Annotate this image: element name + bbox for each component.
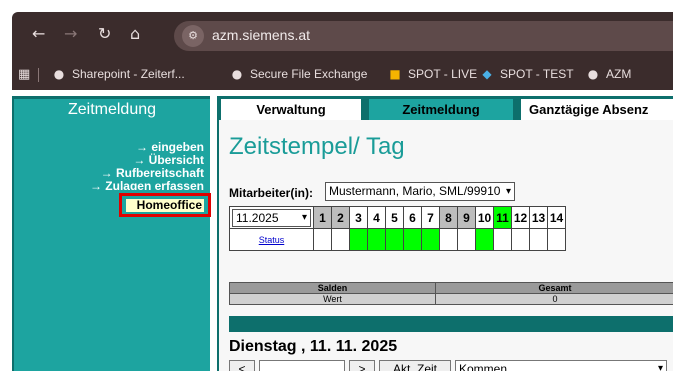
reload-icon[interactable]: ↻ — [98, 26, 111, 42]
status-cell-green — [349, 228, 368, 251]
saldo-value-gesamt: 0 — [435, 293, 673, 305]
status-cell — [493, 228, 512, 251]
bookmark-spot-test[interactable]: ◆ SPOT - TEST — [480, 67, 574, 81]
prev-day-button[interactable]: < — [229, 360, 255, 371]
day-7[interactable]: 7 — [421, 206, 440, 229]
booking-type-value: Kommen — [459, 362, 508, 371]
globe-icon: ● — [587, 67, 599, 81]
sidebar-link-rufbereitschaft[interactable]: → Rufbereitschaft — [101, 166, 204, 180]
day-2[interactable]: 2 — [331, 206, 350, 229]
month-value: 11.2025 — [236, 210, 279, 225]
status-cell — [313, 228, 332, 251]
globe-icon: ● — [231, 67, 243, 81]
bookmark-label: SPOT - LIVE — [408, 67, 478, 81]
windows-logo-icon: ■ — [389, 67, 401, 81]
tab-bar: Verwaltung Zeitmeldung Ganztägige Absenz — [219, 96, 673, 120]
sidebar: Zeitmeldung → eingeben → Übersicht → Ruf… — [12, 96, 211, 371]
status-cell-green — [475, 228, 494, 251]
url-text[interactable]: azm.siemens.at — [212, 27, 310, 43]
saldo-value-row: Wert 0 — [229, 293, 673, 305]
day-3[interactable]: 3 — [349, 206, 368, 229]
sidebar-link-eingeben[interactable]: → eingeben — [136, 140, 204, 154]
status-cell-green — [385, 228, 404, 251]
current-time-button[interactable]: Akt. Zeit — [379, 360, 451, 371]
employee-select[interactable]: Mustermann, Mario, SML/99910 ▾ — [325, 182, 515, 201]
day-1[interactable]: 1 — [313, 206, 332, 229]
status-cell-green — [421, 228, 440, 251]
saldo-table: Salden Gesamt Wert 0 — [229, 282, 673, 305]
date-heading: Dienstag , 11. 11. 2025 — [229, 338, 398, 355]
diamond-icon: ◆ — [482, 67, 492, 81]
status-cell-green — [403, 228, 422, 251]
status-cell — [511, 228, 530, 251]
sidebar-title: Zeitmeldung — [67, 101, 157, 118]
day-9[interactable]: 9 — [457, 206, 476, 229]
employee-label: Mitarbeiter(in): — [229, 186, 313, 200]
sidebar-link-zulagen[interactable]: → Zulagen erfassen — [90, 179, 204, 190]
status-cell — [529, 228, 548, 251]
page-title: Zeitstempel/ Tag — [229, 133, 405, 160]
main-panel: Verwaltung Zeitmeldung Ganztägige Absenz… — [217, 96, 673, 371]
bookmark-secure-file-exchange[interactable]: ● Secure File Exchange — [230, 67, 368, 81]
day-14[interactable]: 14 — [547, 206, 566, 229]
saldo-header-row: Salden Gesamt — [229, 282, 673, 294]
day-10[interactable]: 10 — [475, 206, 494, 229]
bookmarks-divider — [38, 68, 39, 82]
tab-zeitmeldung[interactable]: Zeitmeldung — [369, 99, 513, 120]
bookmark-label: AZM — [606, 67, 632, 81]
homeoffice-highlight: Homeoffice — [119, 193, 211, 217]
bookmark-label: Sharepoint - Zeiterf... — [72, 67, 185, 81]
chevron-down-icon: ▾ — [505, 186, 511, 197]
globe-icon: ● — [53, 67, 65, 81]
home-icon[interactable]: ⌂ — [130, 26, 140, 42]
chevron-down-icon: ▾ — [301, 211, 307, 223]
day-8[interactable]: 8 — [439, 206, 458, 229]
sidebar-link-homeoffice[interactable]: Homeoffice — [126, 199, 204, 212]
status-cell — [457, 228, 476, 251]
site-settings-icon[interactable]: ⚙ — [182, 25, 204, 47]
month-cell: 11.2025 ▾ — [229, 206, 314, 229]
bookmarks-bar: ▦ ● Sharepoint - Zeiterf... ● Secure Fil… — [12, 60, 673, 90]
back-arrow-icon[interactable]: ← — [32, 26, 45, 42]
status-cell — [547, 228, 566, 251]
status-cell-green — [367, 228, 386, 251]
day-11-selected[interactable]: 11 — [493, 206, 512, 229]
page-content: Zeitmeldung → eingeben → Übersicht → Ruf… — [12, 90, 673, 371]
bookmark-label: Secure File Exchange — [250, 67, 368, 81]
status-cell — [331, 228, 350, 251]
month-select[interactable]: 11.2025 ▾ — [232, 208, 311, 227]
forward-arrow-icon[interactable]: → — [64, 26, 77, 42]
date-input[interactable] — [259, 360, 345, 371]
status-link[interactable]: Status — [229, 228, 314, 251]
booking-type-select[interactable]: Kommen ▾ — [455, 360, 667, 371]
chevron-down-icon: ▾ — [657, 363, 663, 371]
tab-verwaltung[interactable]: Verwaltung — [221, 99, 361, 120]
calendar-status-row: Status — [229, 228, 566, 251]
calendar-day-row: 11.2025 ▾ 1 2 3 4 5 6 7 8 9 10 11 12 13 … — [229, 206, 566, 229]
bookmark-azm[interactable]: ● AZM — [586, 67, 632, 81]
day-4[interactable]: 4 — [367, 206, 386, 229]
tab-ganztaegige-absenz[interactable]: Ganztägige Absenz — [521, 99, 673, 120]
saldo-header-gesamt: Gesamt — [435, 282, 673, 294]
bookmark-sharepoint[interactable]: ● Sharepoint - Zeiterf... — [52, 67, 185, 81]
saldo-label-wert: Wert — [229, 293, 436, 305]
employee-value: Mustermann, Mario, SML/99910 — [329, 184, 501, 198]
bookmark-spot-live[interactable]: ■ SPOT - LIVE — [388, 67, 477, 81]
sidebar-link-uebersicht[interactable]: → Übersicht — [133, 153, 204, 167]
bookmark-label: SPOT - TEST — [500, 67, 574, 81]
day-6[interactable]: 6 — [403, 206, 422, 229]
day-13[interactable]: 13 — [529, 206, 548, 229]
apps-grid-icon[interactable]: ▦ — [18, 67, 30, 83]
day-12[interactable]: 12 — [511, 206, 530, 229]
next-day-button[interactable]: > — [349, 360, 375, 371]
day-5[interactable]: 5 — [385, 206, 404, 229]
teal-divider — [229, 316, 673, 332]
saldo-header-salden: Salden — [229, 282, 436, 294]
calendar-grid: 11.2025 ▾ 1 2 3 4 5 6 7 8 9 10 11 12 13 … — [229, 206, 566, 251]
status-cell — [439, 228, 458, 251]
browser-toolbar: ← → ↻ ⌂ ⚙ azm.siemens.at — [12, 12, 673, 60]
